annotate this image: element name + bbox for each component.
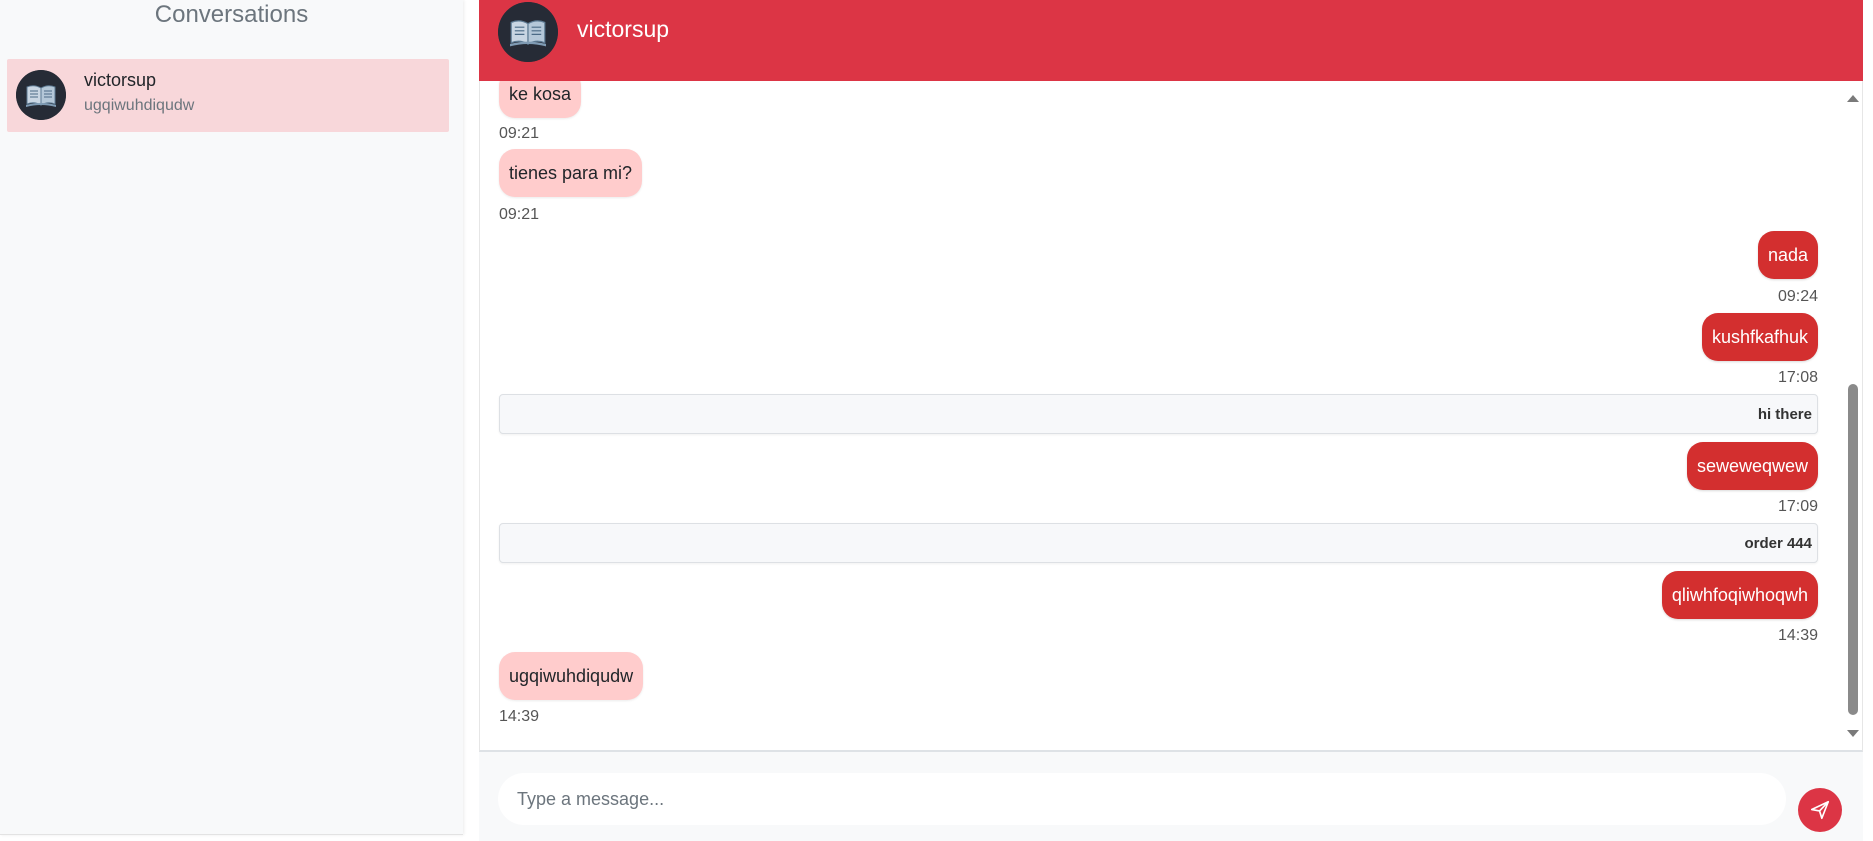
message-bubble-incoming: ugqiwuhdiqudw bbox=[499, 652, 644, 700]
message-bubble-outgoing: qliwhfoqiwhoqwh bbox=[1661, 571, 1818, 619]
sidebar-title: Conversations bbox=[154, 1, 309, 28]
message-time: 09:24 bbox=[1777, 288, 1818, 305]
message-bubble-incoming: ke kosa bbox=[499, 81, 582, 118]
message-time: 14:39 bbox=[499, 708, 540, 725]
book-icon bbox=[498, 2, 558, 62]
scroll-up-arrow-icon[interactable] bbox=[1847, 95, 1859, 102]
conversation-name: victorsup bbox=[84, 70, 157, 90]
avatar bbox=[16, 70, 66, 120]
system-message: order 444 bbox=[499, 523, 1818, 563]
message-input[interactable] bbox=[498, 773, 1786, 825]
send-icon bbox=[1810, 800, 1830, 820]
chat-header: victorsup bbox=[479, 0, 1863, 81]
conversation-last-message: ugqiwuhdiqudw bbox=[84, 97, 195, 114]
conversation-item-victorsup[interactable]: victorsup ugqiwuhdiqudw bbox=[7, 59, 449, 132]
chat-panel: victorsup ke kosa 09:21 tienes para mi? … bbox=[479, 0, 1863, 841]
system-message-text: hi there bbox=[1757, 406, 1812, 423]
message-time: 17:08 bbox=[1777, 369, 1818, 386]
message-bubble-incoming: tienes para mi? bbox=[499, 149, 643, 197]
message-time: 09:21 bbox=[499, 125, 540, 142]
chat-contact-name: victorsup bbox=[577, 16, 670, 42]
message-bubble-outgoing: kushfkafhuk bbox=[1701, 313, 1818, 361]
avatar bbox=[498, 2, 558, 62]
message-time: 09:21 bbox=[499, 206, 540, 223]
message-bubble-outgoing: nada bbox=[1757, 231, 1818, 279]
message-time: 14:39 bbox=[1777, 627, 1818, 644]
message-composer bbox=[479, 752, 1863, 841]
send-button[interactable] bbox=[1798, 788, 1842, 832]
book-icon bbox=[16, 70, 66, 120]
message-time: 17:09 bbox=[1777, 498, 1818, 515]
message-bubble-outgoing: seweweqwew bbox=[1686, 442, 1818, 490]
scroll-down-arrow-icon[interactable] bbox=[1847, 730, 1859, 737]
message-list[interactable]: ke kosa 09:21 tienes para mi? 09:21 nada… bbox=[479, 81, 1863, 752]
system-message-text: order 444 bbox=[1744, 535, 1812, 552]
scrollbar[interactable] bbox=[1845, 81, 1860, 750]
conversations-sidebar: Conversations victorsup ugqiwuhdiqudw bbox=[0, 0, 463, 835]
scrollbar-thumb[interactable] bbox=[1848, 384, 1858, 715]
system-message: hi there bbox=[499, 394, 1818, 434]
